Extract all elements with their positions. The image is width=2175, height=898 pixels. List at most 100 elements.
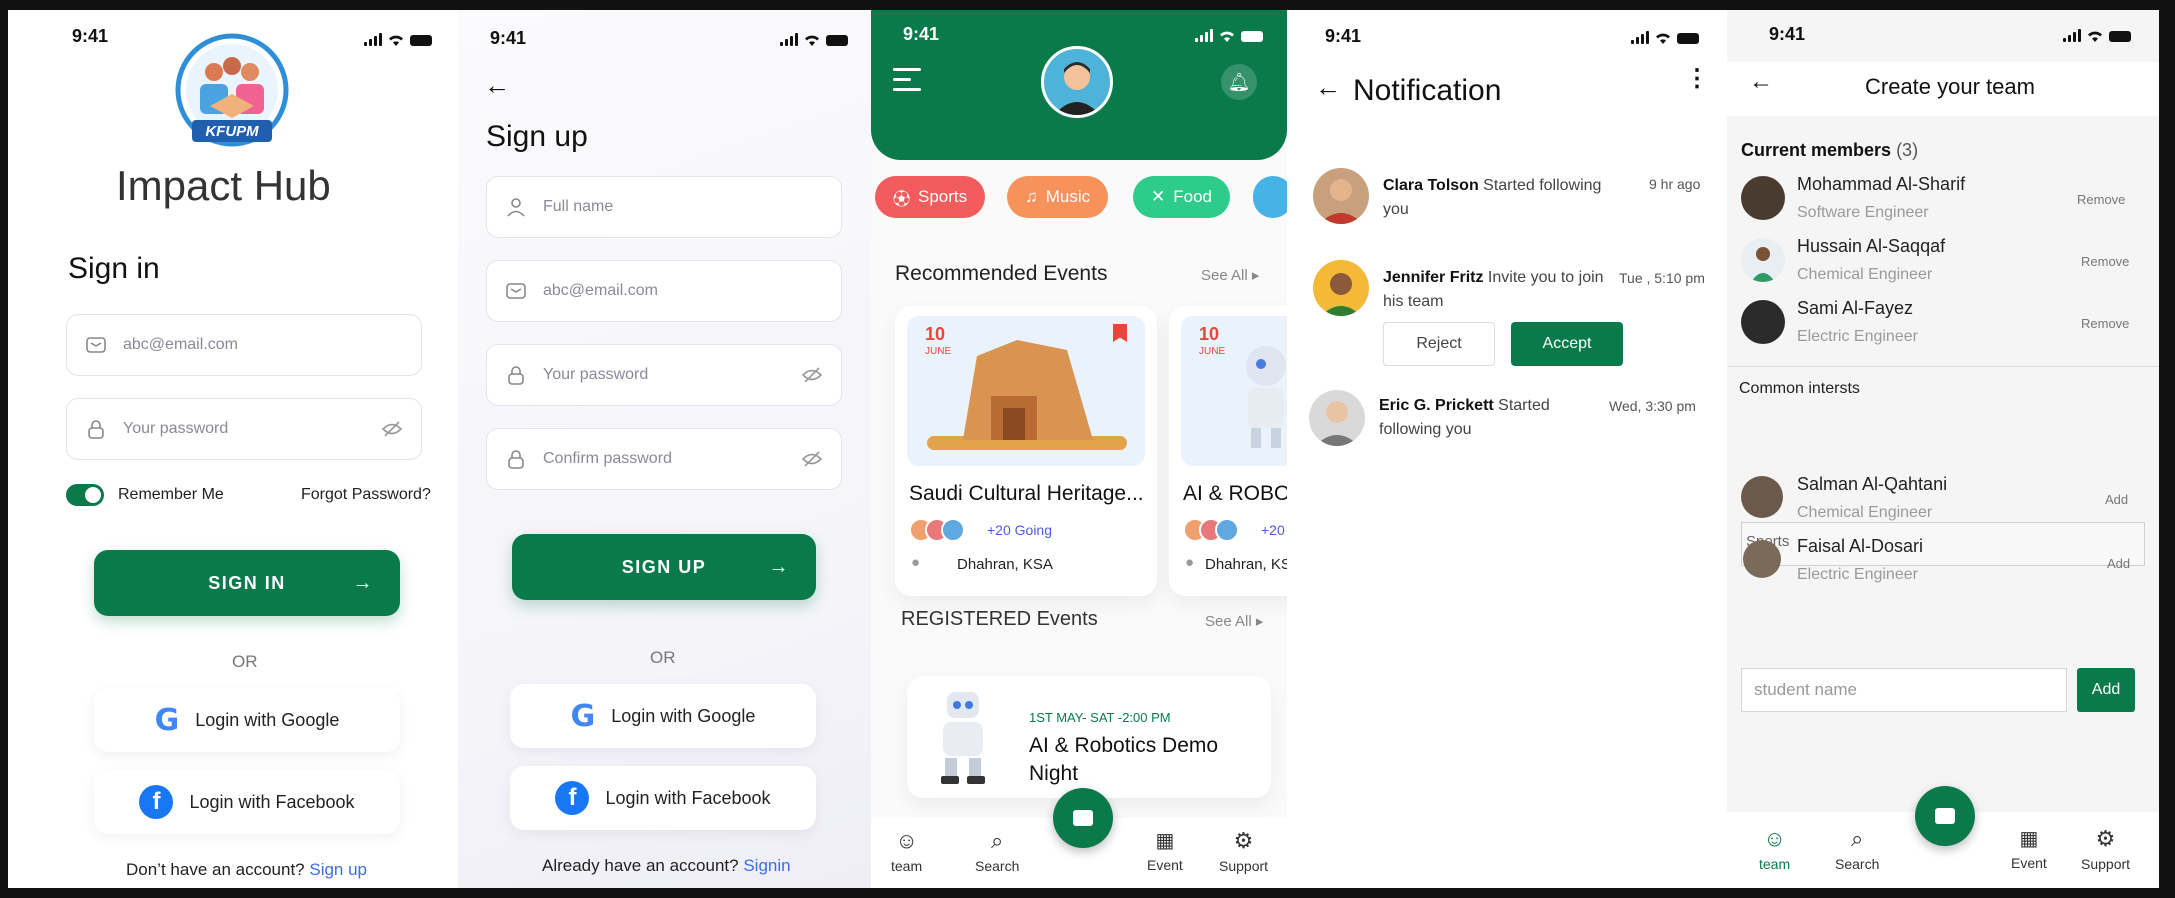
- registered-event-date: 1ST MAY- SAT -2:00 PM: [1029, 710, 1171, 725]
- event-location: Dhahran, KS: [1205, 556, 1287, 573]
- arrow-right-icon: →: [352, 571, 374, 594]
- password-field[interactable]: Your password: [66, 398, 422, 460]
- google-login-button[interactable]: G Login with Google: [510, 684, 816, 748]
- email-placeholder: abc@email.com: [543, 282, 658, 299]
- battery-icon: [1241, 31, 1263, 42]
- notification-time: Tue , 5:10 pm: [1619, 270, 1705, 286]
- toggle-knob: [85, 487, 101, 503]
- signin-link[interactable]: Signin: [743, 856, 790, 875]
- signup-link[interactable]: Sign up: [309, 860, 367, 879]
- recommended-see-all[interactable]: See All ▸: [1201, 266, 1259, 284]
- forgot-password-link[interactable]: Forgot Password?: [301, 486, 431, 504]
- nav-search[interactable]: ⌕ Search: [975, 828, 1019, 874]
- home-fab-button[interactable]: [1915, 786, 1975, 846]
- menu-icon[interactable]: [893, 68, 921, 91]
- event-title: Saudi Cultural Heritage...: [909, 482, 1144, 505]
- fullname-field[interactable]: Full name: [486, 176, 842, 238]
- google-login-label: Login with Google: [611, 705, 756, 726]
- member-name: Sami Al-Fayez: [1797, 298, 1914, 318]
- home-fab-button[interactable]: [1053, 788, 1113, 848]
- facebook-login-label: Login with Facebook: [189, 791, 355, 812]
- google-login-label: Login with Google: [195, 709, 340, 730]
- robot-image: [925, 686, 1001, 786]
- nav-search[interactable]: ⌕ Search: [1835, 826, 1879, 872]
- facebook-login-button[interactable]: f Login with Facebook: [510, 766, 816, 830]
- or-divider: OR: [650, 648, 676, 667]
- profile-avatar[interactable]: [1041, 46, 1113, 118]
- event-card[interactable]: 10 JUNE AI & ROBO +20 ● Dhahran, KS: [1169, 306, 1287, 596]
- smile-icon: ☺: [1763, 826, 1786, 851]
- category-chip-food[interactable]: ✕ Food: [1133, 176, 1230, 218]
- remove-button[interactable]: Remove: [2077, 192, 2125, 207]
- recommended-title: Recommended Events: [895, 262, 1108, 285]
- status-icons: [780, 32, 848, 46]
- facebook-login-button[interactable]: f Login with Facebook: [94, 770, 400, 834]
- remove-button[interactable]: Remove: [2081, 254, 2129, 269]
- calendar-icon: ▦: [2019, 828, 2039, 850]
- category-chip-more[interactable]: [1253, 176, 1287, 218]
- category-chip-music[interactable]: ♫ Music: [1007, 176, 1109, 218]
- registered-see-all[interactable]: See All ▸: [1205, 612, 1263, 630]
- eye-off-icon[interactable]: [381, 418, 403, 440]
- back-arrow-icon[interactable]: ←: [1315, 72, 1341, 103]
- signal-icon: [364, 33, 382, 46]
- password-field[interactable]: Your password: [486, 344, 842, 406]
- avatar: [1313, 260, 1369, 316]
- notification-text: Jennifer Fritz Invite you to join his te…: [1383, 266, 1613, 314]
- nav-support[interactable]: ⚙ Support: [2081, 826, 2130, 872]
- gear-icon: ⚙: [2095, 826, 2116, 851]
- nav-event[interactable]: ▦ Event: [1147, 828, 1183, 873]
- back-arrow-icon[interactable]: ←: [1749, 68, 1773, 96]
- signin-button[interactable]: SIGN IN →: [94, 550, 400, 616]
- event-day: 10: [925, 324, 946, 344]
- signin-prompt: Already have an account? Signin: [542, 856, 791, 876]
- event-card[interactable]: 10 JUNE Saudi Cultural Heritage... +20 G…: [895, 306, 1157, 596]
- email-field[interactable]: abc@email.com: [486, 260, 842, 322]
- signup-button[interactable]: SIGN UP →: [512, 534, 816, 600]
- signal-icon: [1631, 31, 1649, 44]
- nav-support[interactable]: ⚙ Support: [1219, 828, 1268, 874]
- notification-name: Eric G. Prickett: [1379, 397, 1494, 414]
- category-chip-sports[interactable]: ⚽︎ Sports: [875, 176, 986, 218]
- google-login-button[interactable]: G Login with Google: [94, 688, 400, 752]
- eye-off-icon[interactable]: [801, 448, 823, 470]
- status-time: 9:41: [1325, 26, 1362, 46]
- nav-event[interactable]: ▦ Event: [2011, 826, 2047, 871]
- wifi-icon: [1220, 31, 1234, 42]
- back-arrow-icon[interactable]: ←: [484, 70, 510, 101]
- lock-icon: [508, 366, 524, 385]
- eye-off-icon[interactable]: [801, 364, 823, 386]
- remember-toggle[interactable]: [66, 484, 104, 506]
- accept-button[interactable]: Accept: [1511, 322, 1623, 366]
- student-name-input[interactable]: student name: [1741, 668, 2067, 712]
- remove-button[interactable]: Remove: [2081, 316, 2129, 331]
- add-member-button[interactable]: Add: [2105, 492, 2128, 507]
- kfupm-badge: KFUPM: [205, 123, 259, 140]
- lock-icon: [88, 420, 104, 439]
- member-role: Electric Engineer: [1797, 566, 1918, 583]
- fork-knife-icon: ✕: [1151, 187, 1166, 206]
- image-icon: [1935, 808, 1955, 824]
- nav-team[interactable]: ☺ team: [1759, 826, 1790, 872]
- calendar-icon: ▦: [1155, 830, 1175, 852]
- image-icon: [1073, 810, 1093, 826]
- add-student-button[interactable]: Add: [2077, 668, 2135, 712]
- registered-event-card[interactable]: 1ST MAY- SAT -2:00 PM AI & Robotics Demo…: [907, 676, 1271, 798]
- category-label: Food: [1173, 187, 1212, 206]
- add-member-button[interactable]: Add: [2107, 556, 2130, 571]
- nav-team[interactable]: ☺ team: [891, 828, 922, 874]
- more-vert-icon[interactable]: ⋮: [1685, 67, 1709, 91]
- battery-icon: [410, 35, 432, 46]
- status-icons: [2063, 28, 2131, 42]
- notification-screen: 9:41 ← Notification ⋮ Clara Tolson Start…: [1287, 10, 1727, 888]
- confirm-password-field[interactable]: Confirm password: [486, 428, 842, 490]
- email-field[interactable]: abc@email.com: [66, 314, 422, 376]
- gear-icon: ⚙: [1233, 828, 1254, 853]
- status-icons: [1195, 28, 1263, 42]
- signin-prompt-text: Already have an account?: [542, 856, 739, 875]
- bell-icon[interactable]: 🔔︎: [1221, 64, 1257, 100]
- reject-button[interactable]: Reject: [1383, 322, 1495, 366]
- music-icon: ♫: [1025, 187, 1038, 206]
- signup-prompt-text: Don’t have an account?: [126, 860, 305, 879]
- nav-label: Search: [1835, 856, 1880, 872]
